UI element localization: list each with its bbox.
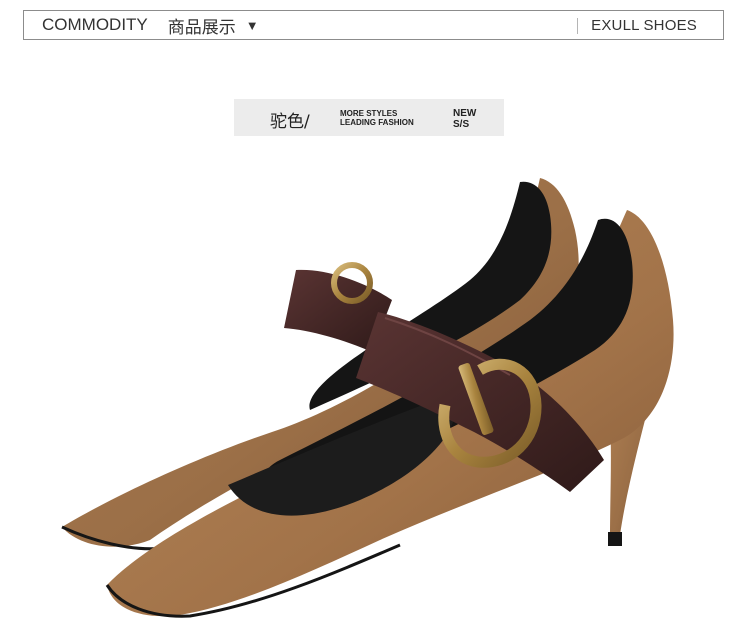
product-image xyxy=(61,178,674,618)
slogan-line-2: LEADING FASHION xyxy=(340,118,414,127)
color-tag-box: 驼色/ MORE STYLES LEADING FASHION NEW S/S xyxy=(234,99,504,136)
slogan-line-1: MORE STYLES xyxy=(340,109,398,118)
season-label: NEW S/S xyxy=(453,108,476,130)
season-line-2: S/S xyxy=(453,119,470,130)
slogan: MORE STYLES LEADING FASHION xyxy=(340,109,414,127)
commodity-header-bar: COMMODITY 商品展示 ▼ EXULL SHOES xyxy=(23,10,724,40)
section-title-cn: 商品展示 xyxy=(167,17,236,38)
section-title: COMMODITY 商品展示 ▼ xyxy=(42,11,259,39)
brand-name: EXULL SHOES xyxy=(591,16,697,34)
season-line-1: NEW xyxy=(453,108,477,119)
section-title-en: COMMODITY xyxy=(42,15,148,34)
color-name: 驼色/ xyxy=(270,112,310,132)
front-shoe xyxy=(105,210,674,618)
header-divider xyxy=(577,18,578,34)
dropdown-caret-icon[interactable]: ▼ xyxy=(246,18,259,33)
